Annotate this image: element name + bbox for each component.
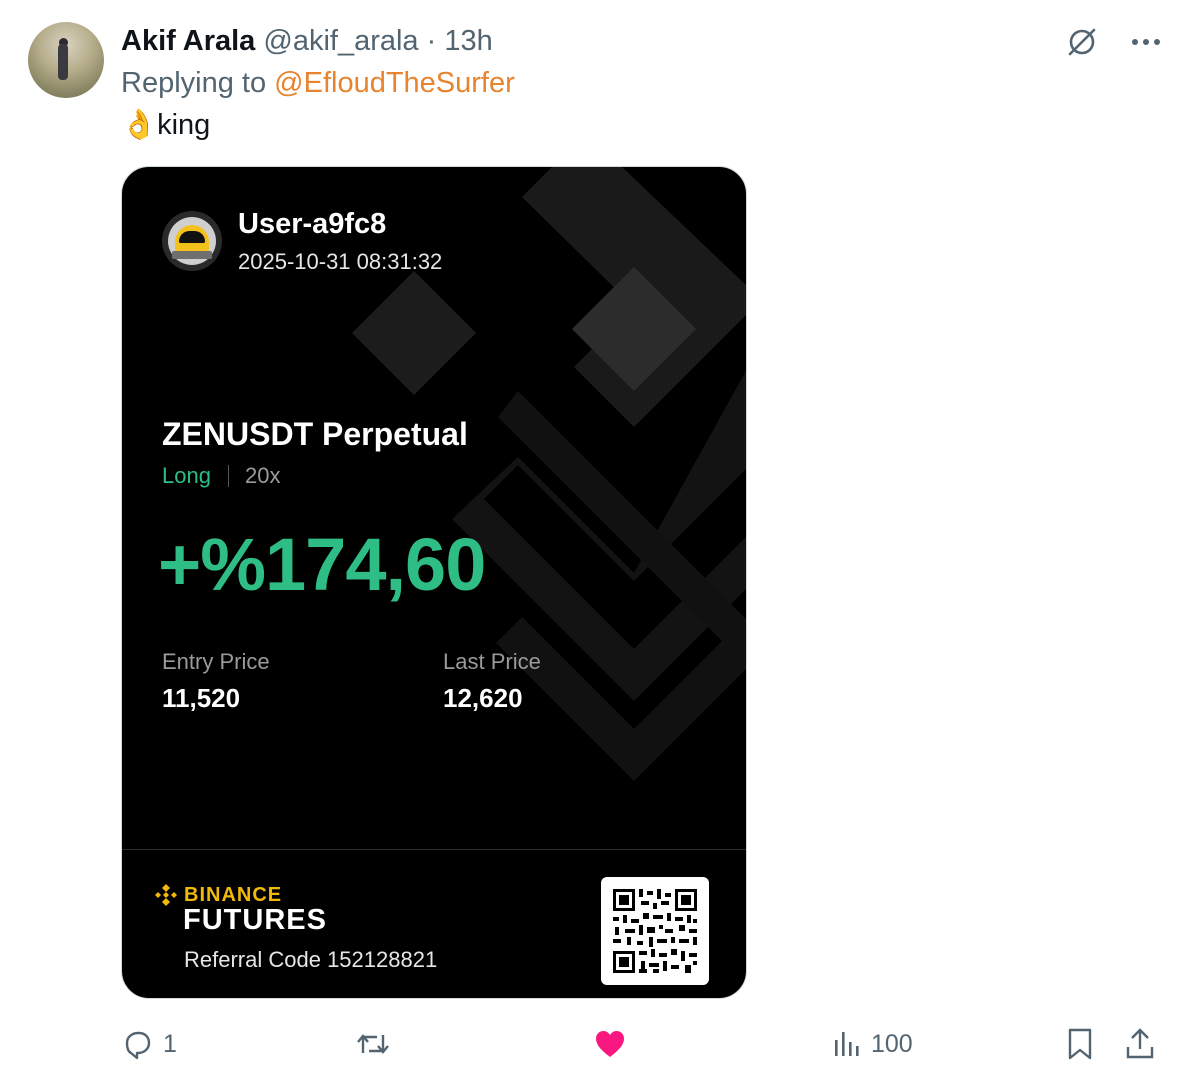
avatar-figure-body bbox=[58, 44, 68, 80]
like-button[interactable] bbox=[593, 1024, 627, 1064]
brand-futures: FUTURES bbox=[183, 904, 327, 936]
views-icon bbox=[835, 1032, 859, 1056]
tweet-text-body: king bbox=[157, 109, 211, 141]
ok-hand-emoji: 👌 bbox=[121, 109, 158, 141]
card-username: User-a9fc8 bbox=[238, 208, 387, 240]
trading-pair: ZENUSDT Perpetual bbox=[162, 416, 468, 452]
tweet-action-bar: 1 100 bbox=[121, 1024, 1161, 1064]
share-icon bbox=[1126, 1028, 1154, 1059]
avatar-visor bbox=[179, 231, 205, 243]
more-icon[interactable] bbox=[1128, 24, 1164, 60]
like-icon bbox=[596, 1031, 624, 1057]
bookmark-button[interactable] bbox=[1065, 1024, 1095, 1064]
tweet-header: Akif Arala @akif_arala · 13h bbox=[121, 24, 493, 58]
author-handle[interactable]: @akif_arala bbox=[263, 25, 418, 57]
reply-button[interactable]: 1 bbox=[121, 1024, 177, 1064]
leverage: 20x bbox=[245, 463, 281, 488]
reply-icon bbox=[125, 1031, 151, 1060]
last-price-value: 12,620 bbox=[443, 683, 523, 713]
last-price-label: Last Price bbox=[443, 649, 541, 674]
retweet-icon bbox=[357, 1034, 389, 1054]
qr-code bbox=[601, 877, 709, 985]
author-name[interactable]: Akif Arala bbox=[121, 25, 255, 57]
avatar-base bbox=[172, 251, 212, 259]
referral-code: Referral Code 152128821 bbox=[184, 947, 438, 972]
reply-count: 1 bbox=[163, 1029, 177, 1058]
grok-icon[interactable] bbox=[1064, 24, 1100, 60]
tweet-top-actions bbox=[1064, 24, 1164, 60]
position-side: Long bbox=[162, 463, 211, 488]
entry-price-value: 11,520 bbox=[162, 683, 241, 713]
share-button[interactable] bbox=[1123, 1024, 1157, 1064]
tweet-text: 👌king bbox=[121, 108, 210, 142]
views-button[interactable]: 100 bbox=[831, 1024, 913, 1064]
entry-price-label: Entry Price bbox=[162, 649, 270, 674]
side-leverage-divider bbox=[228, 465, 229, 487]
bookmark-icon bbox=[1068, 1028, 1092, 1060]
card-footer-divider bbox=[122, 849, 746, 850]
binance-logo-icon bbox=[155, 884, 177, 906]
reply-mention-link[interactable]: @EfloudTheSurfer bbox=[274, 67, 515, 99]
author-avatar[interactable] bbox=[28, 22, 104, 98]
reply-context: Replying to @EfloudTheSurfer bbox=[121, 66, 515, 100]
retweet-button[interactable] bbox=[355, 1024, 391, 1064]
pnl-card-image[interactable]: User-a9fc8 2025-10-31 08:31:32 ZENUSDT P… bbox=[121, 166, 747, 999]
pnl-percentage: +%174,60 bbox=[158, 523, 486, 606]
tweet-time[interactable]: 13h bbox=[444, 25, 492, 57]
view-count: 100 bbox=[871, 1029, 913, 1058]
card-user-avatar bbox=[162, 211, 222, 271]
reply-prefix: Replying to bbox=[121, 67, 267, 99]
card-datetime: 2025-10-31 08:31:32 bbox=[238, 249, 443, 274]
header-separator: · bbox=[426, 25, 437, 57]
